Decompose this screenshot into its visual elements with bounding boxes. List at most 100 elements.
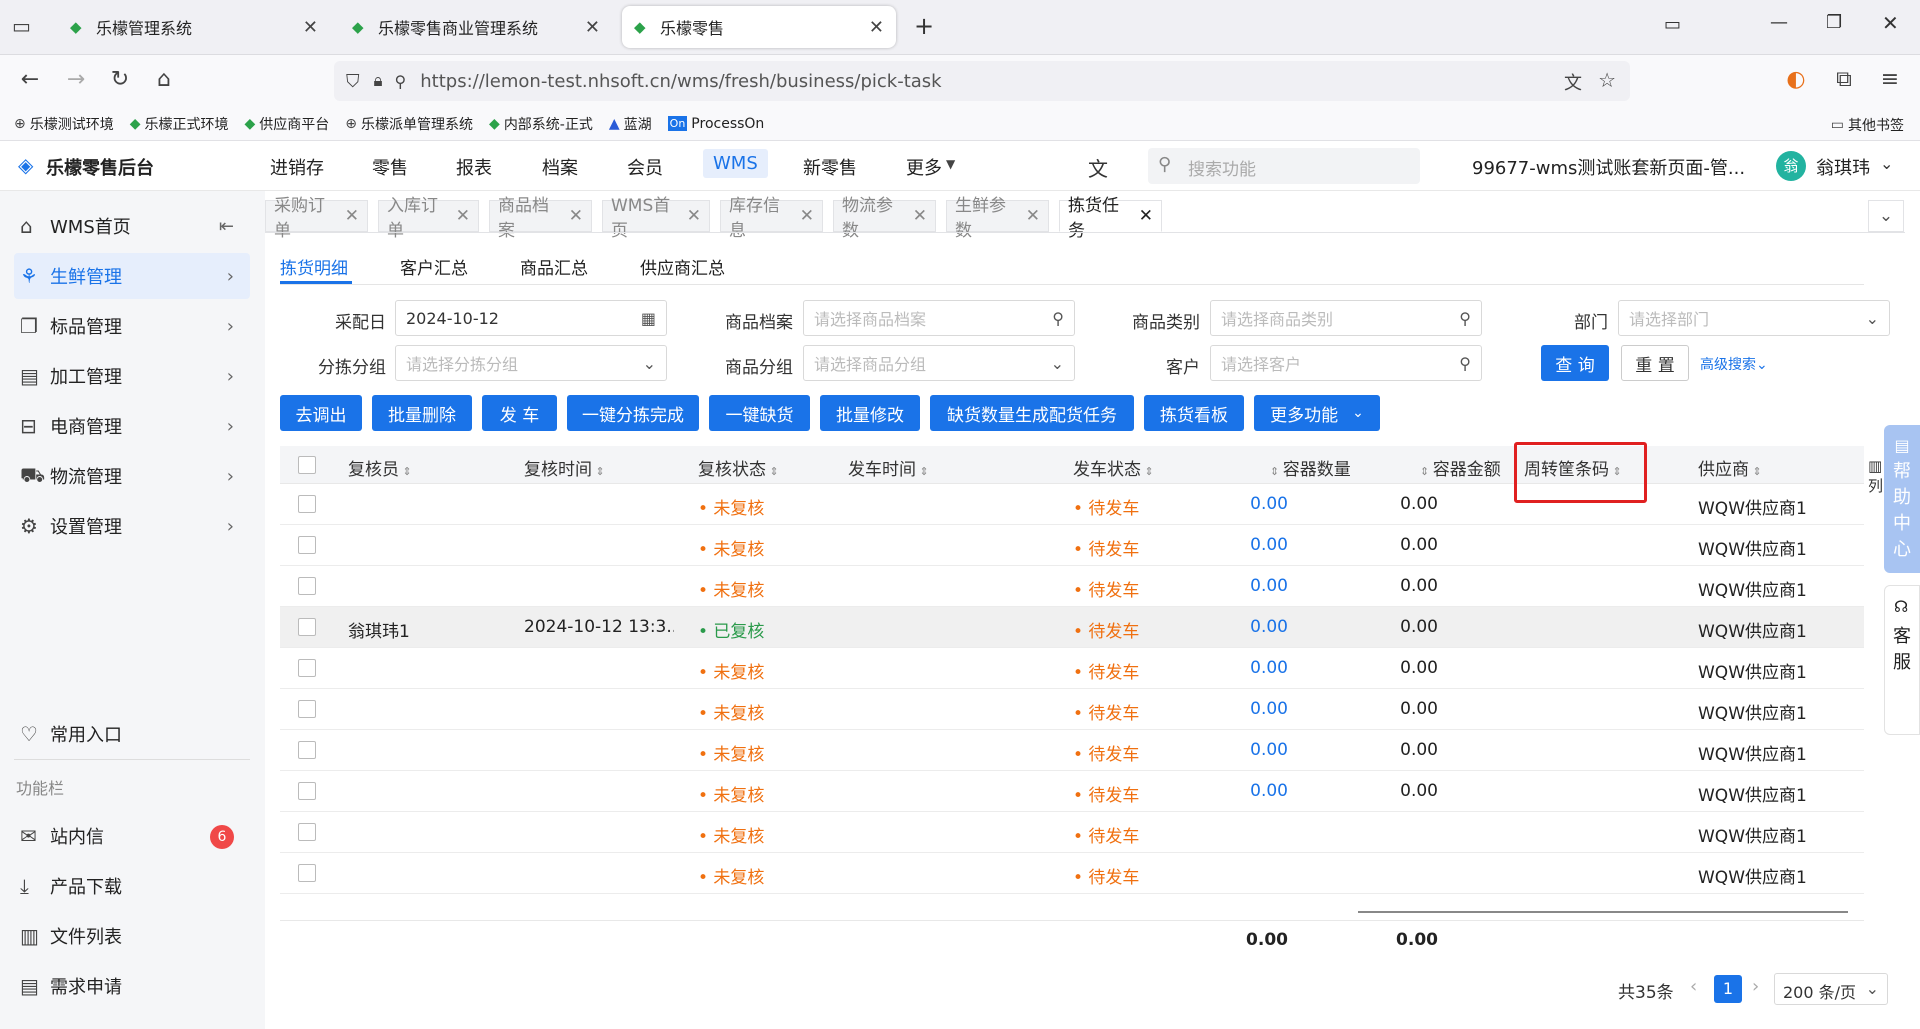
account-name[interactable]: 99677-wms测试账套新页面-管... (1472, 154, 1745, 180)
table-row[interactable]: • 未复核 • 待发车 0.00 0.00 WQW供应商1 (280, 566, 1864, 607)
reset-button[interactable]: 重 置 (1621, 345, 1689, 381)
close-icon[interactable]: ✕ (687, 206, 701, 226)
page-size-select[interactable]: 200 条/页 ⌄ (1774, 973, 1888, 1005)
collapse-icon[interactable]: ⇤ (219, 216, 234, 237)
transfer-out-button[interactable]: 去调出 (280, 395, 362, 431)
subtab-goods-summary[interactable]: 商品汇总 (520, 254, 588, 279)
category-select[interactable]: 请选择商品类别 ⚲ (1210, 300, 1482, 336)
page-tab[interactable]: 入库订单 ✕ (378, 196, 479, 241)
top-menu-item[interactable]: 会员 (627, 154, 663, 180)
prev-page-icon[interactable]: ‹ (1690, 976, 1697, 997)
forward-icon[interactable]: → (62, 67, 90, 92)
top-menu-item[interactable]: 新零售 (803, 154, 857, 180)
puzzle-icon[interactable]: ⧉ (1830, 67, 1858, 92)
depart-button[interactable]: 发 车 (482, 395, 557, 431)
translate-icon[interactable]: 文 (1088, 153, 1108, 182)
close-icon[interactable]: ✕ (456, 206, 470, 226)
page-number-current[interactable]: 1 (1714, 975, 1742, 1003)
page-tab[interactable]: 生鲜参数 ✕ (946, 196, 1049, 241)
close-icon[interactable]: ✕ (303, 17, 318, 38)
pick-board-button[interactable]: 拣货看板 (1144, 395, 1244, 431)
table-row[interactable]: • 未复核 • 待发车 0.00 0.00 WQW供应商1 (280, 730, 1864, 771)
more-functions-button[interactable]: 更多功能 ⌄ (1254, 395, 1380, 431)
top-menu-item[interactable]: 进销存 (270, 154, 324, 180)
page-tab[interactable]: WMS首页 ✕ (602, 196, 710, 241)
column-header[interactable]: 复核状态 ⇕ (698, 455, 779, 480)
star-icon[interactable]: ☆ (1598, 68, 1616, 92)
page-tab[interactable]: 采购订单 ✕ (265, 196, 368, 241)
goods-group-select[interactable]: 请选择商品分组 ⌄ (803, 345, 1075, 381)
sidebar-item-settings[interactable]: ⚙ 设置管理 › (14, 503, 250, 549)
sidebar-item-messages[interactable]: ✉ 站内信 6 (14, 813, 250, 859)
back-icon[interactable]: ← (16, 67, 44, 92)
advanced-search-link[interactable]: 高级搜索⌄ (1700, 354, 1768, 374)
close-icon[interactable]: ✕ (345, 206, 359, 226)
sidebar-item-files[interactable]: ▥ 文件列表 (14, 913, 250, 959)
top-menu-item[interactable]: 档案 (542, 154, 578, 180)
column-header[interactable]: 发车时间 ⇕ (848, 455, 929, 480)
bookmark-item[interactable]: ⊕ 乐檬测试环境 (14, 114, 114, 134)
row-checkbox[interactable] (298, 782, 316, 800)
group-select[interactable]: 请选择分拣分组 ⌄ (395, 345, 667, 381)
column-settings[interactable]: ▥ 列 (1868, 457, 1883, 496)
top-menu-item[interactable]: 更多 (906, 154, 942, 180)
user-name[interactable]: 翁琪玮 (1816, 154, 1870, 180)
row-checkbox[interactable] (298, 864, 316, 882)
close-icon[interactable]: ✕ (869, 17, 884, 38)
column-header[interactable]: ⇕ 容器数量 (1270, 455, 1351, 480)
table-row[interactable]: • 未复核 • 待发车 0.00 0.00 WQW供应商1 (280, 525, 1864, 566)
translate-icon[interactable]: 文 (1564, 69, 1582, 95)
column-header[interactable]: 复核时间 ⇕ (524, 455, 605, 480)
close-icon[interactable]: ✕ (1026, 206, 1040, 226)
row-checkbox[interactable] (298, 618, 316, 636)
row-checkbox[interactable] (298, 495, 316, 513)
page-tab[interactable]: 物流参数 ✕ (833, 196, 936, 241)
batch-delete-button[interactable]: 批量删除 (372, 395, 472, 431)
browser-tab-3[interactable]: ◆ 乐檬零售 ✕ (622, 6, 896, 48)
bookmark-item[interactable]: ⊕ 乐檬派单管理系统 (345, 114, 473, 134)
query-button[interactable]: 查 询 (1541, 345, 1609, 381)
subtab-supplier-summary[interactable]: 供应商汇总 (640, 254, 725, 279)
row-checkbox[interactable] (298, 659, 316, 677)
window-list-icon[interactable]: ▭ (1664, 14, 1681, 35)
row-checkbox[interactable] (298, 700, 316, 718)
top-menu-item[interactable]: 报表 (456, 154, 492, 180)
column-header[interactable]: ⇕ 容器金额 (1420, 455, 1501, 480)
customer-service-button[interactable]: ☊ 客 服 (1884, 585, 1920, 735)
bookmark-item[interactable]: ▲ 蓝湖 (609, 114, 652, 134)
row-checkbox[interactable] (298, 823, 316, 841)
bookmark-item[interactable]: On ProcessOn (667, 116, 764, 132)
column-header[interactable]: 发车状态 ⇕ (1073, 455, 1154, 480)
tabs-dropdown[interactable]: ⌄ (1868, 200, 1904, 232)
page-tab[interactable]: 商品档案 ✕ (489, 196, 592, 241)
one-click-sort-button[interactable]: 一键分拣完成 (567, 395, 699, 431)
table-row[interactable]: • 未复核 • 待发车 0.00 0.00 WQW供应商1 (280, 648, 1864, 689)
batch-edit-button[interactable]: 批量修改 (820, 395, 920, 431)
date-picker[interactable]: 2024-10-12 ▦ (395, 300, 667, 336)
minimize-icon[interactable]: — (1770, 12, 1788, 33)
one-click-shortage-button[interactable]: 一键缺货 (709, 395, 810, 431)
close-icon[interactable]: ✕ (800, 206, 814, 226)
bookmark-item[interactable]: ◆ 乐檬正式环境 (130, 114, 229, 134)
close-icon[interactable]: ✕ (913, 206, 927, 226)
row-checkbox[interactable] (298, 536, 316, 554)
generate-task-button[interactable]: 缺货数量生成配货任务 (930, 395, 1134, 431)
sidebar-item-wms-home[interactable]: ⌂ WMS首页 ⇤ (14, 203, 250, 249)
tab-list-icon[interactable]: ▭ (12, 14, 31, 38)
row-checkbox[interactable] (298, 741, 316, 759)
new-tab-icon[interactable]: + (914, 12, 934, 40)
table-row[interactable]: • 未复核 • 待发车 WQW供应商1 (280, 853, 1864, 894)
bookmark-item[interactable]: ◆ 内部系统-正式 (489, 114, 593, 134)
subtab-pick-detail[interactable]: 拣货明细 (280, 254, 348, 279)
top-menu-item[interactable]: 零售 (372, 154, 408, 180)
menu-icon[interactable]: ≡ (1876, 67, 1904, 92)
reload-icon[interactable]: ↻ (106, 67, 134, 92)
sidebar-item-standard[interactable]: ❐ 标品管理 › (14, 303, 250, 349)
dept-select[interactable]: 请选择部门 ⌄ (1618, 300, 1890, 336)
bookmark-item[interactable]: ◆ 供应商平台 (245, 114, 330, 134)
column-header[interactable]: 供应商 ⇕ (1698, 455, 1762, 480)
page-tab-active[interactable]: 拣货任务 ✕ (1059, 196, 1162, 241)
select-all-checkbox[interactable] (298, 456, 316, 474)
sidebar-item-requests[interactable]: ▤ 需求申请 (14, 963, 250, 1009)
sidebar-item-ecommerce[interactable]: ⊟ 电商管理 › (14, 403, 250, 449)
